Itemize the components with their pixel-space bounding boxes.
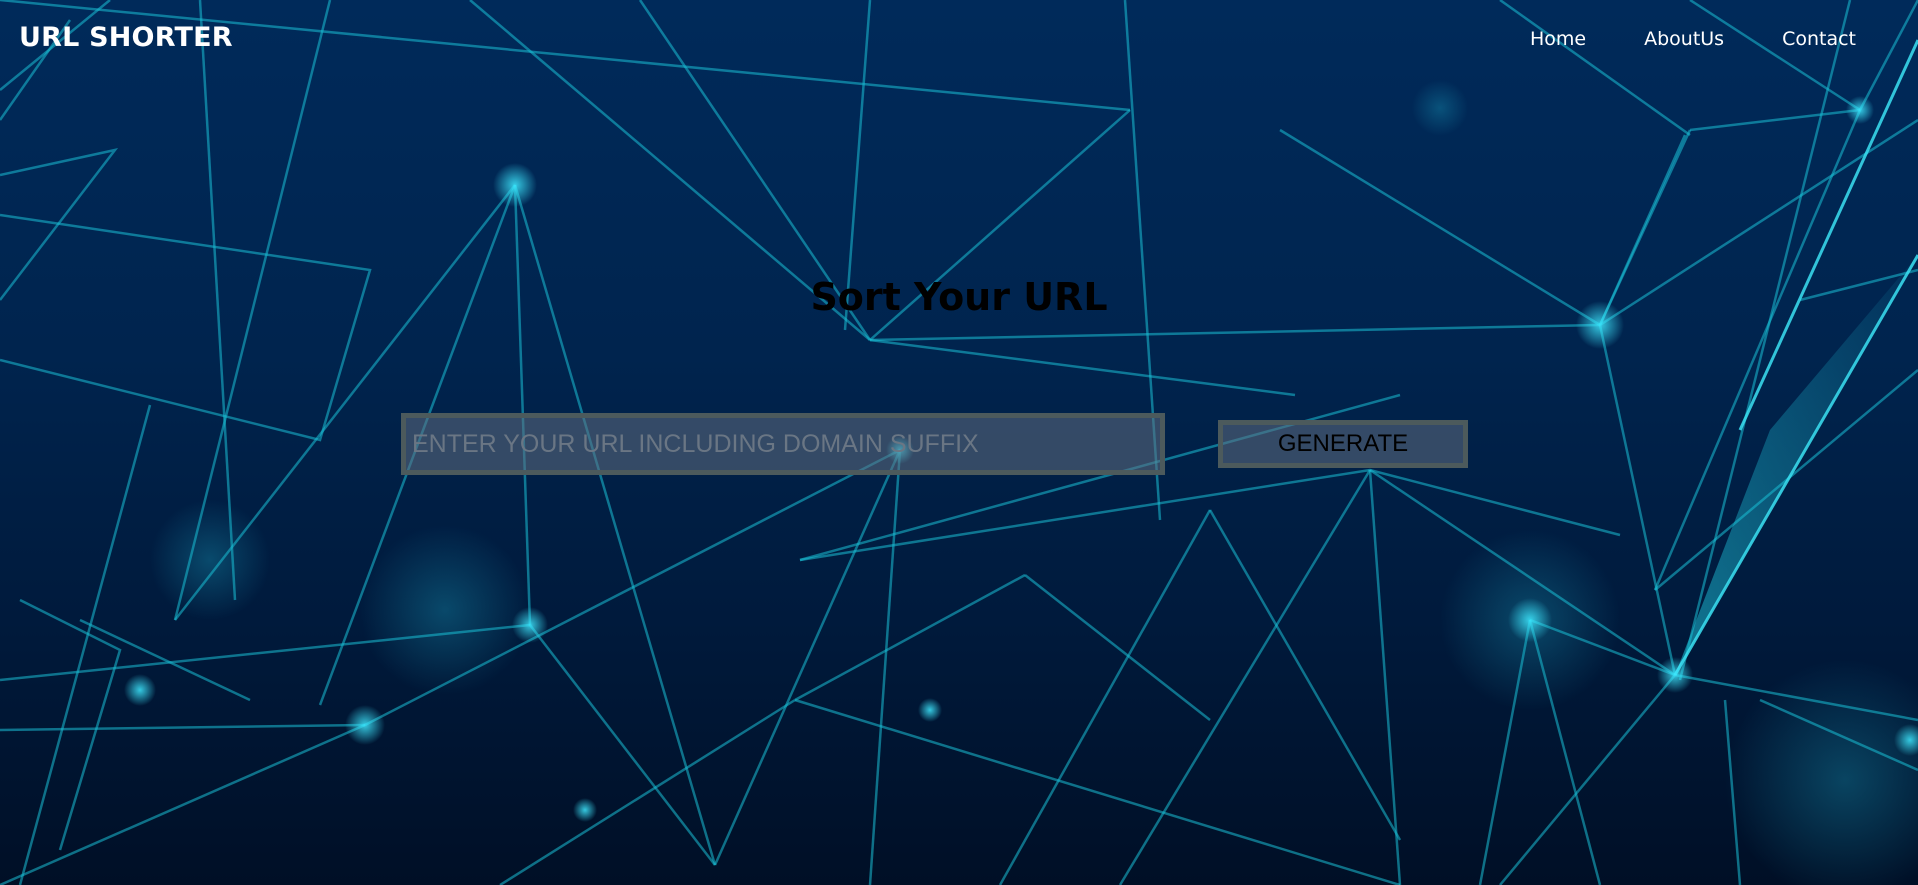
page-title-text: Sort Your URL xyxy=(810,275,1108,319)
generate-button[interactable]: GENERATE xyxy=(1218,420,1468,468)
url-input[interactable] xyxy=(401,413,1165,475)
brand-logo-text[interactable]: URL SHORTER xyxy=(19,22,233,53)
navbar: URL SHORTER Home AboutUs Contact xyxy=(0,0,1918,82)
nav-link-aboutus[interactable]: AboutUs xyxy=(1644,28,1724,50)
page-title: Sort Your URL xyxy=(0,275,1918,319)
nav-link-home[interactable]: Home xyxy=(1530,28,1586,50)
nav-links: Home AboutUs Contact xyxy=(1530,28,1856,50)
nav-link-contact[interactable]: Contact xyxy=(1782,28,1856,50)
